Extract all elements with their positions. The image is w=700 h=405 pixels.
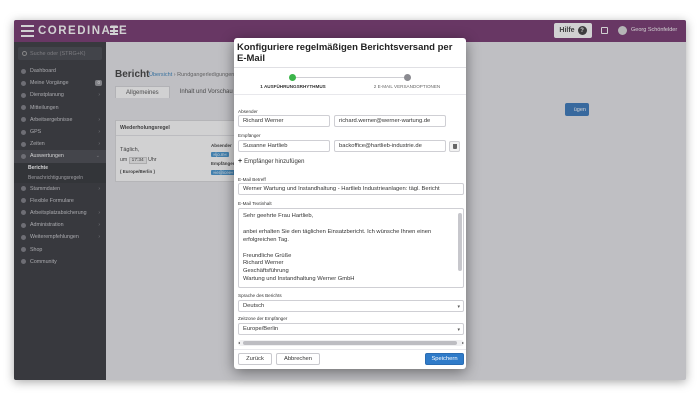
- body-line: erfolgreichen Tag.: [243, 236, 289, 243]
- sender-label: Absender: [238, 109, 258, 114]
- language-label: Sprache des Berichts: [238, 293, 282, 298]
- body-line: Richard Werner: [243, 260, 284, 267]
- chevron-down-icon: ▾: [457, 327, 460, 333]
- sender-name-field[interactable]: Richard Werner: [238, 115, 330, 127]
- email-dispatch-dialog: Konfiguriere regelmäßigen Berichtsversan…: [234, 38, 466, 369]
- step-1-label[interactable]: 1 AUSFÜHRUNGSRHYTHMUS: [258, 84, 328, 89]
- stepper-divider: [234, 94, 466, 95]
- stepper-line: [292, 77, 408, 78]
- timezone-label: Zeitzone der Empfänger: [238, 316, 288, 321]
- recipient-label: Empfänger: [238, 133, 261, 138]
- recipient-name-field[interactable]: Susanne Hartlieb: [238, 140, 330, 152]
- recipient-email-field[interactable]: backoffice@hartlieb-industrie.de: [334, 140, 446, 152]
- subject-label: E-Mail Betreff: [238, 177, 266, 182]
- timezone-value: Europe/Berlin: [243, 326, 279, 332]
- body-line: Wartung und Instandhaltung Werner GmbH: [243, 276, 355, 283]
- back-button[interactable]: Zurück: [238, 353, 272, 365]
- plus-icon: +: [238, 158, 243, 165]
- step-2-label[interactable]: 2 E-MAIL VERSANDOPTIONEN: [372, 84, 442, 89]
- dialog-header-divider: [234, 67, 466, 68]
- add-recipient-label: Empfänger hinzufügen: [244, 158, 305, 165]
- scroll-left-icon[interactable]: ◂: [238, 340, 240, 345]
- language-select[interactable]: Deutsch ▾: [238, 300, 464, 312]
- delete-recipient-button[interactable]: [449, 141, 460, 152]
- cancel-button[interactable]: Abbrechen: [276, 353, 320, 365]
- body-line: Sehr geehrte Frau Hartlieb,: [243, 213, 314, 219]
- body-label: E-Mail Textinhalt: [238, 201, 272, 206]
- subject-field[interactable]: Werner Wartung und Instandhaltung - Hart…: [238, 183, 464, 195]
- textarea-scrollbar[interactable]: [458, 213, 462, 271]
- body-line: Freundliche Grüße: [243, 252, 292, 259]
- step-1-done-icon[interactable]: [289, 74, 296, 81]
- language-value: Deutsch: [243, 303, 265, 309]
- sender-email-field[interactable]: richard.werner@werner-wartung.de: [334, 115, 446, 127]
- chevron-down-icon: ▾: [457, 304, 460, 310]
- dialog-footer-divider: [234, 349, 466, 350]
- save-button[interactable]: Speichern: [425, 353, 464, 365]
- step-2-current-icon[interactable]: [404, 74, 411, 81]
- horizontal-scrollbar[interactable]: ◂ ▸: [238, 340, 464, 346]
- dialog-title: Konfiguriere regelmäßigen Berichtsversan…: [237, 42, 453, 64]
- body-textarea[interactable]: Sehr geehrte Frau Hartlieb, anbei erhalt…: [238, 208, 464, 288]
- timezone-select[interactable]: Europe/Berlin ▾: [238, 323, 464, 335]
- scroll-right-icon[interactable]: ▸: [462, 340, 464, 345]
- scrollbar-thumb[interactable]: [243, 341, 457, 345]
- add-recipient-link[interactable]: + Empfänger hinzufügen: [238, 158, 304, 165]
- trash-icon: [452, 144, 457, 149]
- body-line: [243, 221, 459, 229]
- body-line: Geschäftsführung: [243, 268, 289, 275]
- body-line: [243, 245, 459, 253]
- body-line: anbei erhalten Sie den täglichen Einsatz…: [243, 228, 432, 235]
